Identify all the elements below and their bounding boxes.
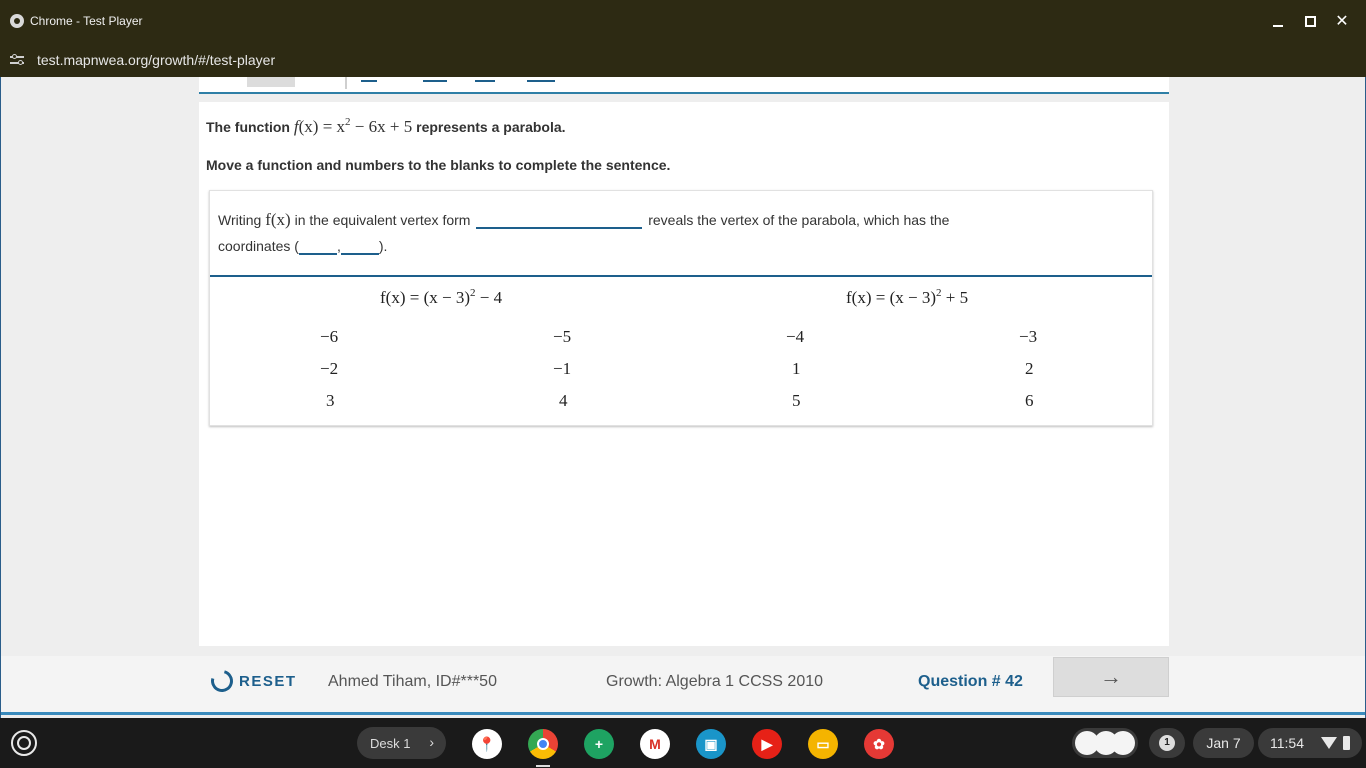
sentence-part2: in the equivalent vertex form [290, 212, 475, 228]
window-title: Chrome - Test Player [30, 14, 143, 28]
site-settings-icon[interactable] [10, 53, 26, 67]
function-option-tail: − 4 [475, 288, 503, 307]
number-option[interactable]: 5 [792, 391, 801, 411]
desk-label: Desk 1 [370, 735, 411, 751]
test-name: Growth: Algebra 1 CCSS 2010 [606, 673, 824, 690]
sentence-end: ). [378, 238, 388, 254]
url-text[interactable]: test.mapnwea.org/growth/#/test-player [37, 52, 275, 68]
close-icon: ✕ [1335, 13, 1349, 30]
notepad-tool-icon[interactable] [475, 77, 495, 82]
minimize-icon [1273, 25, 1283, 27]
prompt-suffix: represents a parabola. [412, 119, 566, 135]
number-option[interactable]: 6 [1025, 391, 1034, 411]
number-option[interactable]: 2 [1025, 359, 1034, 379]
test-footer: RESET Ahmed Tiham, ID#***50 Growth: Alge… [1, 656, 1365, 713]
function-option-tail: + 5 [941, 288, 969, 307]
question-instruction: Move a function and numbers to the blank… [206, 157, 671, 173]
prompt-fn-rest: − 6x + 5 [350, 117, 413, 136]
sentence-part1: Writing [218, 212, 266, 228]
function-option-base: f(x) = (x − 3) [380, 288, 470, 307]
window-titlebar: Chrome - Test Player ✕ [0, 0, 1366, 42]
notification-center-button[interactable]: 1 [1149, 728, 1185, 758]
number-option[interactable]: −2 [320, 359, 338, 379]
sheets-app-icon[interactable]: + [584, 729, 614, 759]
maximize-button[interactable] [1294, 5, 1326, 37]
chrome-app-icon [10, 14, 24, 28]
function-option-base: f(x) = (x − 3) [846, 288, 936, 307]
number-option[interactable]: −6 [320, 327, 338, 347]
question-content: The function f(x) = x2 − 6x + 5 represen… [199, 102, 1169, 646]
status-tray-button[interactable]: 11:54 [1258, 728, 1362, 758]
reset-label: RESET [239, 672, 297, 690]
number-option[interactable]: −4 [786, 327, 804, 347]
prompt-fn-body: (x) = x [298, 117, 346, 136]
maximize-icon [1304, 15, 1316, 27]
os-shelf: Desk 1 › 📍 + M ▣ ▶ ▭ ✿ 1 Jan 7 11:54 [0, 718, 1366, 768]
function-option-2[interactable]: f(x) = (x − 3)2 + 5 [846, 287, 968, 308]
date-tray-button[interactable]: Jan 7 [1193, 728, 1254, 758]
number-option[interactable]: 3 [326, 391, 335, 411]
toolbar-divider [345, 77, 347, 89]
prompt-function: f(x) = x2 − 6x + 5 [294, 116, 413, 136]
vertex-y-blank[interactable] [340, 239, 379, 255]
question-prompt: The function f(x) = x2 − 6x + 5 represen… [206, 116, 566, 137]
launcher-button[interactable] [11, 730, 37, 756]
battery-icon [1343, 736, 1350, 750]
chevron-right-icon: › [429, 734, 434, 750]
answer-sentence: Writing f(x) in the equivalent vertex fo… [218, 207, 978, 259]
vertex-x-blank[interactable] [298, 239, 337, 255]
panel-divider [210, 275, 1152, 277]
number-option[interactable]: −1 [553, 359, 571, 379]
canvas-app-icon[interactable]: ✿ [864, 729, 894, 759]
gmail-app-icon[interactable]: M [640, 729, 670, 759]
notification-count: 1 [1159, 735, 1175, 751]
footer-accent-line [1, 712, 1365, 715]
test-toolbar [199, 77, 1169, 94]
prompt-prefix: The function [206, 119, 294, 135]
desk-switcher[interactable]: Desk 1 › [357, 727, 446, 759]
number-option[interactable]: −3 [1019, 327, 1037, 347]
wifi-icon [1321, 737, 1337, 749]
youtube-app-icon[interactable]: ▶ [752, 729, 782, 759]
url-bar: test.mapnwea.org/growth/#/test-player [0, 42, 1366, 77]
close-button[interactable]: ✕ [1326, 5, 1358, 37]
calculator-tool-icon[interactable] [527, 77, 555, 82]
drag-drop-panel: Writing f(x) in the equivalent vertex fo… [209, 190, 1153, 426]
number-option[interactable]: 1 [792, 359, 801, 379]
question-number: Question # 42 [918, 673, 1023, 690]
tote-holding-space[interactable] [1072, 728, 1138, 758]
clock-time: 11:54 [1270, 735, 1304, 751]
number-option[interactable]: 4 [559, 391, 568, 411]
reset-button[interactable]: RESET [206, 665, 297, 697]
sentence-math: f(x) [265, 210, 291, 229]
refresh-icon [206, 665, 238, 697]
window-controls: ✕ [1262, 0, 1358, 42]
minimize-button[interactable] [1262, 5, 1294, 37]
highlighter-tool-icon[interactable] [361, 77, 377, 82]
number-option[interactable]: −5 [553, 327, 571, 347]
holding-item-icon [1111, 731, 1135, 755]
classroom-app-icon[interactable]: ▣ [696, 729, 726, 759]
toolbar-selected-tool[interactable] [247, 77, 295, 87]
next-question-button[interactable]: → [1053, 657, 1169, 697]
chrome-app-icon[interactable] [528, 729, 558, 767]
student-name: Ahmed Tiham, ID#***50 [328, 673, 497, 690]
function-option-1[interactable]: f(x) = (x − 3)2 − 4 [380, 287, 502, 308]
line-reader-tool-icon[interactable] [423, 77, 447, 82]
arrow-right-icon: → [1100, 664, 1122, 689]
vertex-form-blank[interactable] [476, 213, 643, 229]
maps-app-icon[interactable]: 📍 [472, 729, 502, 759]
slides-app-icon[interactable]: ▭ [808, 729, 838, 759]
test-player-page: The function f(x) = x2 − 6x + 5 represen… [0, 77, 1366, 718]
